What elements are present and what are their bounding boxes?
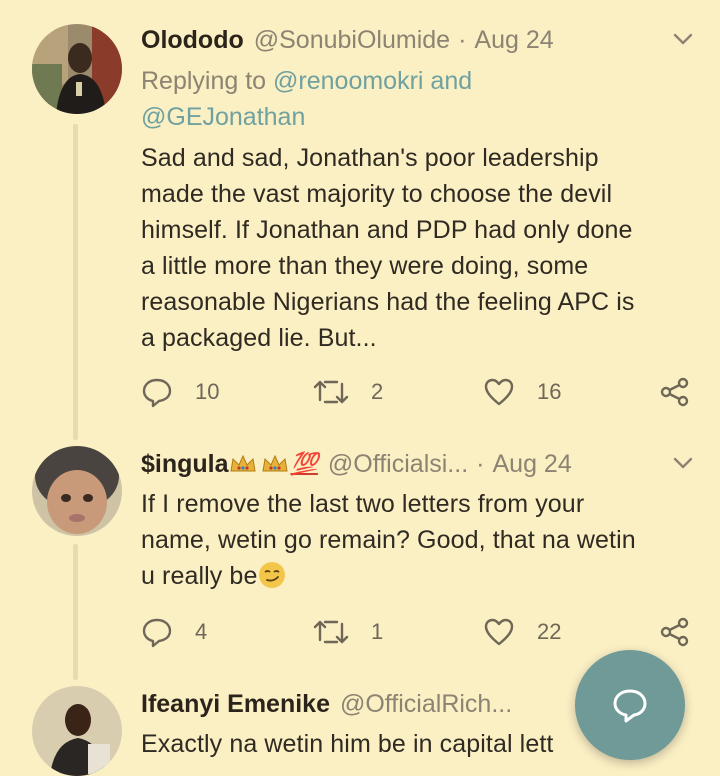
share-icon xyxy=(660,377,689,407)
avatar[interactable] xyxy=(32,686,122,776)
separator-dot: · xyxy=(458,25,467,54)
tweet-actions: 10 2 16 xyxy=(141,372,701,412)
like-count: 16 xyxy=(537,379,562,404)
compose-reply-button[interactable] xyxy=(575,650,685,760)
like-count: 22 xyxy=(537,619,562,644)
display-name[interactable]: $ingula xyxy=(141,450,229,479)
thread-line xyxy=(73,544,78,680)
text-line: a packaged lie. But... xyxy=(141,324,377,352)
compose-reply-icon xyxy=(613,689,647,723)
tweet-text: If I remove the last two letters from yo… xyxy=(141,486,701,594)
username[interactable]: @OfficialRich... xyxy=(340,690,512,719)
tweet-text: Sad and sad, Jonathan's poor leadership … xyxy=(141,140,701,356)
avatar[interactable] xyxy=(32,24,122,114)
tweet-header: $ingula 💯 @Officialsi... · Aug 24 xyxy=(141,446,693,482)
text-line: himself. If Jonathan and PDP had only do… xyxy=(141,216,633,244)
text-line: a little more than they were doing, some xyxy=(141,252,589,280)
share-button[interactable] xyxy=(659,372,713,412)
username[interactable]: @Officialsi... xyxy=(328,450,468,479)
text-line: reasonable Nigerians had the feeling APC… xyxy=(141,288,635,316)
separator-dot: · xyxy=(476,449,485,478)
heart-icon xyxy=(484,618,514,646)
retweet-button[interactable]: 1 xyxy=(313,612,383,652)
reply-icon xyxy=(142,618,172,648)
tweet-2[interactable]: $ingula 💯 @Officialsi... · Aug 24 If I r… xyxy=(0,440,720,680)
retweet-icon xyxy=(313,380,349,404)
crown-emoji-icon xyxy=(261,453,289,475)
username[interactable]: @SonubiOlumide xyxy=(254,26,450,55)
hundred-points-emoji: 💯 xyxy=(290,451,318,476)
mention-link[interactable]: @renoomokri xyxy=(273,67,423,95)
retweet-count: 1 xyxy=(371,619,384,644)
tweet-1[interactable]: Olododo @SonubiOlumide · Aug 24 Replying… xyxy=(0,0,720,440)
tweet-actions: 4 1 22 xyxy=(141,612,701,652)
retweet-icon xyxy=(313,620,349,644)
timestamp[interactable]: Aug 24 xyxy=(492,450,571,479)
reply-button[interactable]: 10 xyxy=(141,372,219,412)
reply-icon xyxy=(142,378,172,408)
share-icon xyxy=(660,617,689,647)
replying-to: Replying to @renoomokri and @GEJonathan xyxy=(141,63,701,135)
tweet-text: Exactly na wetin him be in capital lett xyxy=(141,726,611,762)
like-button[interactable]: 16 xyxy=(483,372,561,412)
chevron-down-icon[interactable] xyxy=(672,452,694,474)
timestamp[interactable]: Aug 24 xyxy=(474,26,553,55)
text-line-with-emoji: u really be xyxy=(141,558,701,594)
chevron-down-icon[interactable] xyxy=(672,28,694,50)
tweet-header: Olododo @SonubiOlumide · Aug 24 xyxy=(141,22,693,58)
heart-icon xyxy=(484,378,514,406)
retweet-button[interactable]: 2 xyxy=(313,372,383,412)
mention-link[interactable]: @GEJonathan xyxy=(141,103,305,131)
replying-and: and xyxy=(430,67,473,95)
thread-line xyxy=(73,124,78,440)
display-name[interactable]: Olododo xyxy=(141,26,244,55)
text-line: Exactly na wetin him be in capital lett xyxy=(141,730,554,758)
retweet-count: 2 xyxy=(371,379,384,404)
replying-prefix: Replying to xyxy=(141,67,267,95)
crown-emoji-icon xyxy=(229,453,257,475)
avatar[interactable] xyxy=(32,446,122,536)
text-line: made the vast majority to choose the dev… xyxy=(141,180,613,208)
text-line: name, wetin go remain? Good, that na wet… xyxy=(141,526,636,554)
reply-count: 4 xyxy=(195,619,208,644)
like-button[interactable]: 22 xyxy=(483,612,561,652)
text-line: If I remove the last two letters from yo… xyxy=(141,490,585,518)
text-line: u really be xyxy=(141,562,258,590)
smirking-face-emoji-icon xyxy=(257,560,287,590)
display-name[interactable]: Ifeanyi Emenike xyxy=(141,690,330,719)
tweet-header: Ifeanyi Emenike @OfficialRich... xyxy=(141,686,540,722)
text-line: Sad and sad, Jonathan's poor leadership xyxy=(141,144,599,172)
share-button[interactable] xyxy=(659,612,713,652)
reply-button[interactable]: 4 xyxy=(141,612,207,652)
reply-count: 10 xyxy=(195,379,220,404)
